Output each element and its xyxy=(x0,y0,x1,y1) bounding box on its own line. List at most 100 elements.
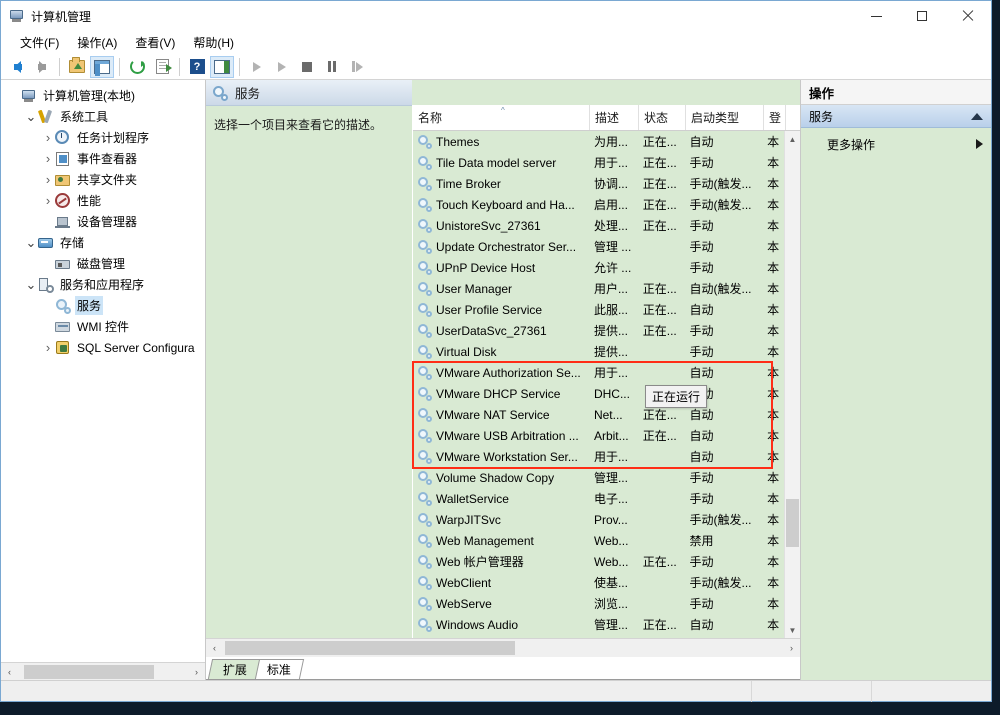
chevron-right-icon[interactable]: › xyxy=(41,130,55,145)
table-row[interactable]: UPnP Device Host 允许 ... 手动 本 xyxy=(413,257,784,278)
scroll-left-icon[interactable]: ‹ xyxy=(1,663,18,680)
tree-item-0[interactable]: 计算机管理(本地) xyxy=(1,85,205,106)
stop-service-icon[interactable] xyxy=(295,56,319,78)
tree-item-4[interactable]: › 共享文件夹 xyxy=(1,169,205,190)
table-row[interactable]: Volume Shadow Copy 管理... 手动 本 xyxy=(413,467,784,488)
tree-item-3[interactable]: › 事件查看器 xyxy=(1,148,205,169)
tree-item-2[interactable]: › 任务计划程序 xyxy=(1,127,205,148)
back-icon[interactable] xyxy=(5,56,29,78)
tree-item-12[interactable]: › SQL Server Configura xyxy=(1,337,205,358)
help-icon[interactable]: ? xyxy=(185,56,209,78)
table-row[interactable]: Windows Audio 管理... 正在... 自动 本 xyxy=(413,614,784,635)
submenu-arrow-icon[interactable] xyxy=(976,139,983,149)
scroll-right-icon[interactable]: › xyxy=(188,663,205,680)
listview-vertical-scrollbar[interactable]: ▲ ▼ xyxy=(784,131,800,638)
show-hide-tree-icon[interactable] xyxy=(90,55,114,78)
tree-item-10[interactable]: 服务 xyxy=(1,295,205,316)
tab-standard[interactable]: 标准 xyxy=(251,659,305,679)
table-row[interactable]: WarpJITSvc Prov... 手动(触发... 本 xyxy=(413,509,784,530)
table-row[interactable]: VMware Authorization Se... 用于... 自动 本 xyxy=(413,362,784,383)
table-row[interactable]: Themes 为用... 正在... 自动 本 xyxy=(413,131,784,152)
service-icon xyxy=(418,302,432,317)
table-row[interactable]: VMware DHCP ServiceDHC...自动本 xyxy=(413,383,784,404)
tree-item-1[interactable]: ⌄ 系统工具 xyxy=(1,106,205,127)
cell-text: 本 xyxy=(767,408,780,422)
chevron-up-icon[interactable] xyxy=(971,112,983,120)
tree-scroll-thumb[interactable] xyxy=(24,664,154,679)
table-row[interactable]: WebClient 使基... 手动(触发... 本 xyxy=(413,572,784,593)
listview-scroll-thumb[interactable] xyxy=(786,499,799,547)
tree-item-8[interactable]: 磁盘管理 xyxy=(1,253,205,274)
chevron-down-icon[interactable]: ⌄ xyxy=(24,278,38,291)
cell-text: User Profile Service xyxy=(436,302,543,317)
scroll-right-icon[interactable]: › xyxy=(783,640,800,656)
table-row[interactable]: Touch Keyboard and Ha... 启用... 正在... 手动(触发.… xyxy=(413,194,784,215)
tree-item-6[interactable]: 设备管理器 xyxy=(1,211,205,232)
cell-text: Arbit... xyxy=(593,428,629,443)
scroll-up-icon[interactable]: ▲ xyxy=(785,131,800,147)
tree-item-5[interactable]: › 性能 xyxy=(1,190,205,211)
up-folder-icon[interactable] xyxy=(65,56,89,78)
services-scroll-track[interactable] xyxy=(223,640,783,656)
menu-view[interactable]: 查看(V) xyxy=(126,31,184,54)
chevron-right-icon[interactable]: › xyxy=(41,340,55,355)
minimize-button[interactable] xyxy=(853,1,899,31)
table-row[interactable]: UnistoreSvc_27361 处理... 正在... 手动 本 xyxy=(413,215,784,236)
tab-extended[interactable]: 扩展 xyxy=(207,659,261,679)
scroll-down-icon[interactable]: ▼ xyxy=(785,622,800,638)
tab-extended-label: 扩展 xyxy=(222,663,247,677)
menu-action[interactable]: 操作(A) xyxy=(68,31,126,54)
column-header-name[interactable]: ^ 名称 xyxy=(413,105,590,130)
restart-service-icon[interactable] xyxy=(345,56,369,78)
menu-help[interactable]: 帮助(H) xyxy=(184,31,243,54)
cell-text: 处理... xyxy=(593,219,628,233)
services-list-column: ^ 名称 描述 状态 启动类型登 Themes 为用... 正在... 自动本 Tile Dat… xyxy=(412,80,800,638)
menu-file[interactable]: 文件(F) xyxy=(11,31,68,54)
start-service-icon[interactable] xyxy=(245,56,269,78)
listview-scroll-track[interactable] xyxy=(785,147,800,622)
tree-scroll-track[interactable] xyxy=(18,663,188,680)
table-row[interactable]: Tile Data model server 用于... 正在... 手动 本 xyxy=(413,152,784,173)
table-row[interactable]: Update Orchestrator Ser... 管理 ... 手动 本 xyxy=(413,236,784,257)
table-row[interactable]: WalletService 电子... 手动 本 xyxy=(413,488,784,509)
column-header-logon[interactable]: 登 xyxy=(764,105,786,130)
tree-item-11[interactable]: WMI 控件 xyxy=(1,316,205,337)
properties-icon[interactable] xyxy=(210,55,234,78)
services-scroll-thumb[interactable] xyxy=(225,641,515,655)
table-row[interactable]: Web Management Web... 禁用 本 xyxy=(413,530,784,551)
chevron-down-icon[interactable]: ⌄ xyxy=(24,110,38,123)
chevron-right-icon[interactable]: › xyxy=(41,172,55,187)
chevron-right-icon[interactable]: › xyxy=(41,151,55,166)
action-more-actions[interactable]: 更多操作 xyxy=(801,133,991,155)
table-row[interactable]: Virtual Disk 提供... 手动 本 xyxy=(413,341,784,362)
table-row[interactable]: Web 帐户管理器 Web... 正在... 手动 本 xyxy=(413,551,784,572)
resume-service-icon[interactable] xyxy=(270,56,294,78)
tree-item-label: 服务 xyxy=(75,296,104,315)
table-row[interactable]: VMware USB Arbitration ... Arbit... 正在... 自… xyxy=(413,425,784,446)
refresh-icon[interactable] xyxy=(125,56,149,78)
tree-item-9[interactable]: ⌄ 服务和应用程序 xyxy=(1,274,205,295)
table-row[interactable]: UserDataSvc_27361 提供... 正在... 手动 本 xyxy=(413,320,784,341)
column-header-status[interactable]: 状态 xyxy=(639,105,686,130)
export-list-icon[interactable] xyxy=(150,56,174,78)
maximize-button[interactable] xyxy=(899,1,945,31)
table-row[interactable]: VMware NAT Service Net... 正在... 自动 本 xyxy=(413,404,784,425)
scroll-left-icon[interactable]: ‹ xyxy=(206,640,223,656)
tree-horizontal-scrollbar[interactable]: ‹ › xyxy=(1,662,205,680)
table-row[interactable]: User Manager 用户... 正在... 自动(触发... 本 xyxy=(413,278,784,299)
table-row[interactable]: Time Broker 协调... 正在... 手动(触发... 本 xyxy=(413,173,784,194)
table-row[interactable]: User Profile Service 此服... 正在... 自动 本 xyxy=(413,299,784,320)
chevron-right-icon[interactable]: › xyxy=(41,193,55,208)
column-header-startup[interactable]: 启动类型 xyxy=(686,105,764,130)
actions-section-services[interactable]: 服务 xyxy=(801,105,991,128)
close-button[interactable] xyxy=(945,1,991,31)
table-row[interactable]: WebServe 浏览... 手动 本 xyxy=(413,593,784,614)
table-row[interactable]: VMware Workstation Ser... 用于... 自动 本 xyxy=(413,446,784,467)
forward-icon[interactable] xyxy=(30,56,54,78)
chevron-down-icon[interactable]: ⌄ xyxy=(24,236,38,249)
column-header-description[interactable]: 描述 xyxy=(590,105,639,130)
services-horizontal-scrollbar[interactable]: ‹ › xyxy=(206,638,800,657)
tree-item-7[interactable]: ⌄ 存储 xyxy=(1,232,205,253)
pause-service-icon[interactable] xyxy=(320,56,344,78)
cell-text: 本 xyxy=(767,135,780,149)
